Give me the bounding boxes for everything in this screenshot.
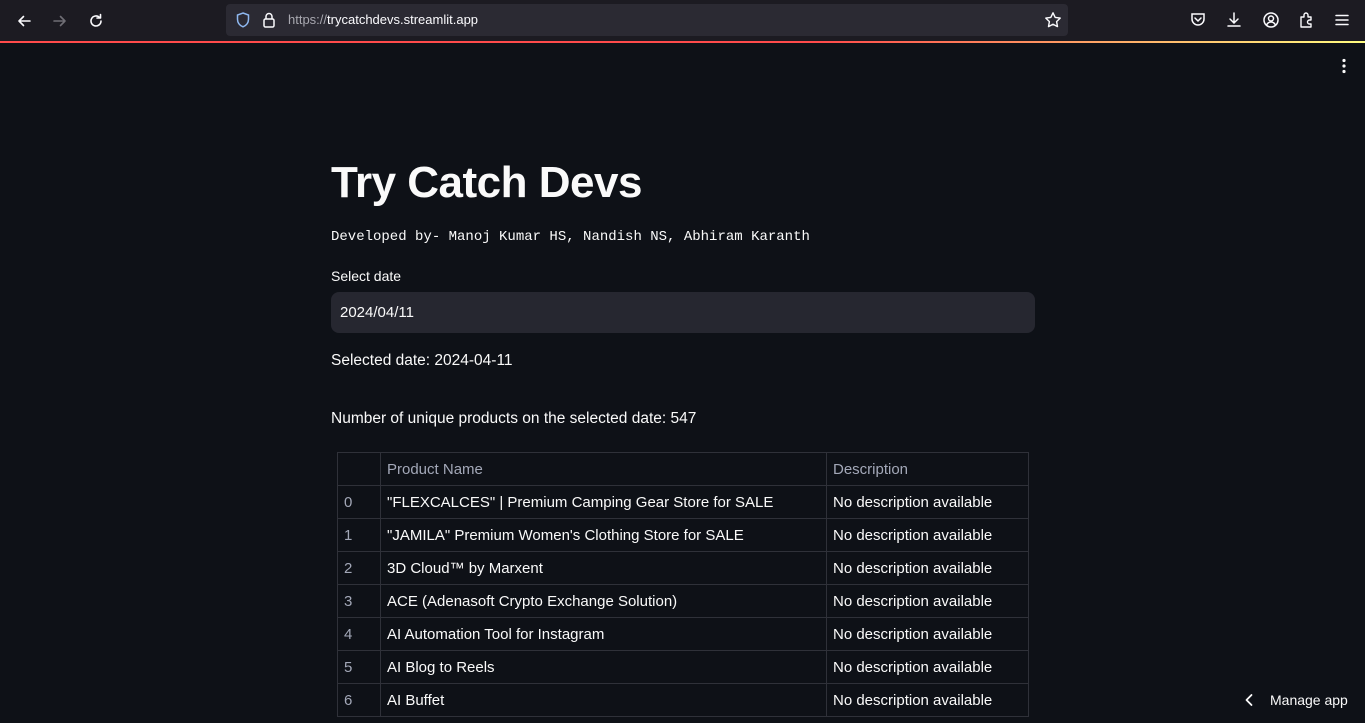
table-row[interactable]: 1 "JAMILA" Premium Women's Clothing Stor… — [337, 518, 1029, 552]
forward-arrow-icon[interactable] — [47, 8, 73, 34]
description-cell[interactable]: No description available — [826, 485, 1029, 519]
date-input[interactable] — [331, 292, 1035, 333]
kebab-menu-icon[interactable] — [1334, 56, 1354, 76]
manage-app-button[interactable]: Manage app — [1238, 686, 1348, 714]
table-row[interactable]: 2 3D Cloud™ by Marxent No description av… — [337, 551, 1029, 585]
description-cell[interactable]: No description available — [826, 683, 1029, 717]
page-load-progress — [0, 41, 1365, 43]
shield-icon[interactable] — [234, 11, 252, 34]
product-name-cell[interactable]: "FLEXCALCES" | Premium Camping Gear Stor… — [380, 485, 827, 519]
product-name-cell[interactable]: AI Blog to Reels — [380, 650, 827, 684]
product-name-cell[interactable]: "JAMILA" Premium Women's Clothing Store … — [380, 518, 827, 552]
row-index: 2 — [337, 551, 381, 585]
description-cell[interactable]: No description available — [826, 584, 1029, 618]
developers-credit: Developed by- Manoj Kumar HS, Nandish NS… — [331, 229, 810, 245]
puzzle-icon[interactable] — [1297, 10, 1317, 30]
table-header-row: Product Name Description — [337, 452, 1029, 486]
hamburger-menu-icon[interactable] — [1332, 10, 1352, 30]
selected-date-text: Selected date: 2024-04-11 — [331, 352, 513, 369]
url-bar[interactable]: https://trycatchdevs.streamlit.app — [226, 4, 1068, 36]
table-row[interactable]: 6 AI Buffet No description available — [337, 683, 1029, 717]
lock-icon[interactable] — [261, 11, 277, 34]
products-table[interactable]: Product Name Description 0 "FLEXCALCES" … — [337, 452, 1029, 717]
url-text[interactable]: https://trycatchdevs.streamlit.app — [288, 12, 478, 27]
chevron-left-icon — [1238, 693, 1260, 707]
description-cell[interactable]: No description available — [826, 650, 1029, 684]
product-count-text: Number of unique products on the selecte… — [331, 410, 697, 427]
column-header-product-name[interactable]: Product Name — [380, 452, 827, 486]
product-name-cell[interactable]: AI Buffet — [380, 683, 827, 717]
table-row[interactable]: 3 ACE (Adenasoft Crypto Exchange Solutio… — [337, 584, 1029, 618]
row-index: 5 — [337, 650, 381, 684]
description-cell[interactable]: No description available — [826, 551, 1029, 585]
table-row[interactable]: 0 "FLEXCALCES" | Premium Camping Gear St… — [337, 485, 1029, 519]
star-icon[interactable] — [1044, 11, 1062, 34]
manage-app-label: Manage app — [1270, 692, 1348, 708]
reload-icon[interactable] — [83, 8, 109, 34]
description-cell[interactable]: No description available — [826, 617, 1029, 651]
date-label: Select date — [331, 268, 402, 284]
column-header-index[interactable] — [337, 452, 381, 486]
product-name-cell[interactable]: 3D Cloud™ by Marxent — [380, 551, 827, 585]
column-header-description[interactable]: Description — [826, 452, 1029, 486]
pocket-icon[interactable] — [1188, 10, 1208, 30]
account-icon[interactable] — [1261, 10, 1281, 30]
row-index: 1 — [337, 518, 381, 552]
product-name-cell[interactable]: AI Automation Tool for Instagram — [380, 617, 827, 651]
table-row[interactable]: 4 AI Automation Tool for Instagram No de… — [337, 617, 1029, 651]
row-index: 6 — [337, 683, 381, 717]
browser-toolbar: https://trycatchdevs.streamlit.app — [0, 0, 1365, 41]
description-cell[interactable]: No description available — [826, 518, 1029, 552]
row-index: 0 — [337, 485, 381, 519]
back-arrow-icon[interactable] — [11, 8, 37, 34]
download-icon[interactable] — [1224, 10, 1244, 30]
row-index: 4 — [337, 617, 381, 651]
product-name-cell[interactable]: ACE (Adenasoft Crypto Exchange Solution) — [380, 584, 827, 618]
url-protocol: https:// — [288, 12, 328, 27]
row-index: 3 — [337, 584, 381, 618]
page-title: Try Catch Devs — [331, 158, 642, 207]
url-host: trycatchdevs.streamlit.app — [327, 12, 479, 27]
table-row[interactable]: 5 AI Blog to Reels No description availa… — [337, 650, 1029, 684]
